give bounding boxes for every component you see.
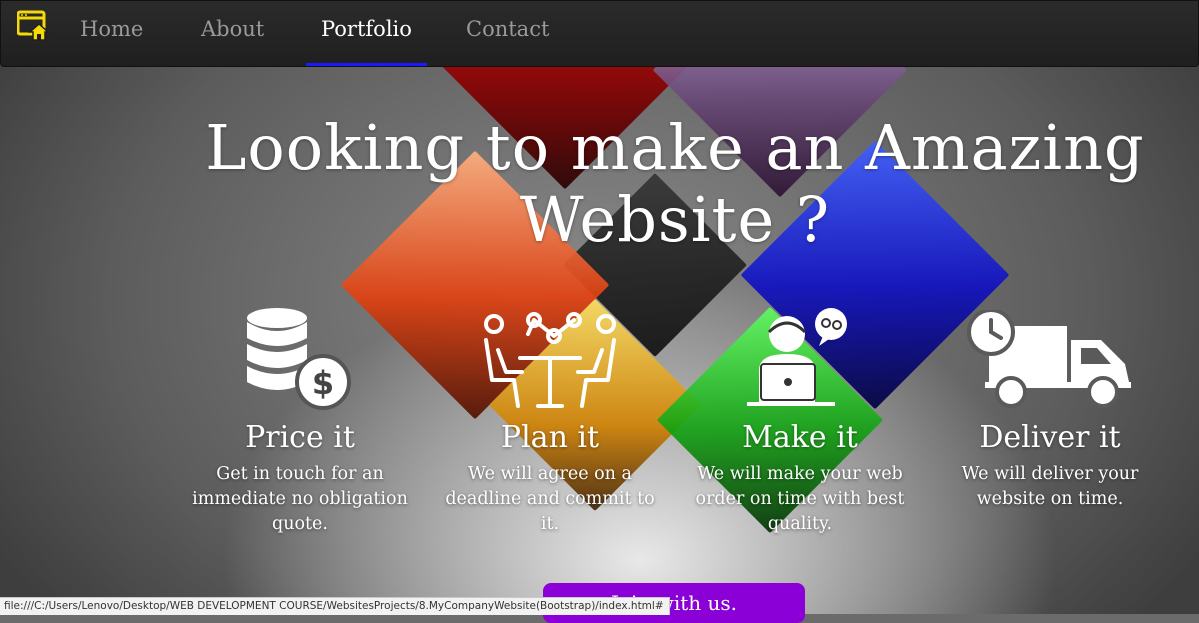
feature-price: $ Price it Get in touch for an immediate…	[185, 300, 415, 537]
feature-plan: Plan it We will agree on a deadline and …	[435, 300, 665, 537]
svg-text:$: $	[312, 364, 334, 402]
navbar: Home About Portfolio Contact	[0, 0, 1199, 67]
status-bar-url: file:///C:/Users/Lenovo/Desktop/WEB DEVE…	[0, 597, 670, 615]
nav-item-portfolio[interactable]: Portfolio	[306, 1, 427, 66]
feature-text: Get in touch for an immediate no obligat…	[192, 464, 408, 534]
feature-title: Make it	[742, 420, 858, 455]
feature-title: Plan it	[500, 420, 600, 455]
feature-title: Deliver it	[979, 420, 1121, 455]
hero-title: Looking to make an Amazing Website ?	[205, 111, 1145, 256]
home-window-icon[interactable]	[16, 10, 50, 42]
nav-item-contact[interactable]: Contact	[466, 1, 549, 66]
feature-title: Price it	[245, 420, 355, 455]
coins-dollar-icon: $	[185, 300, 415, 410]
developer-laptop-icon	[685, 300, 915, 410]
feature-text: We will deliver your website on time.	[961, 464, 1139, 509]
meeting-table-icon	[435, 300, 665, 410]
delivery-truck-icon	[935, 300, 1165, 410]
feature-make: Make it We will make your web order on t…	[685, 300, 915, 537]
feature-text: We will agree on a deadline and commit t…	[445, 464, 655, 534]
feature-text: We will make your web order on time with…	[695, 464, 905, 534]
feature-deliver: Deliver it We will deliver your website …	[935, 300, 1165, 512]
nav-item-about[interactable]: About	[201, 1, 264, 66]
nav-item-home[interactable]: Home	[80, 1, 143, 66]
